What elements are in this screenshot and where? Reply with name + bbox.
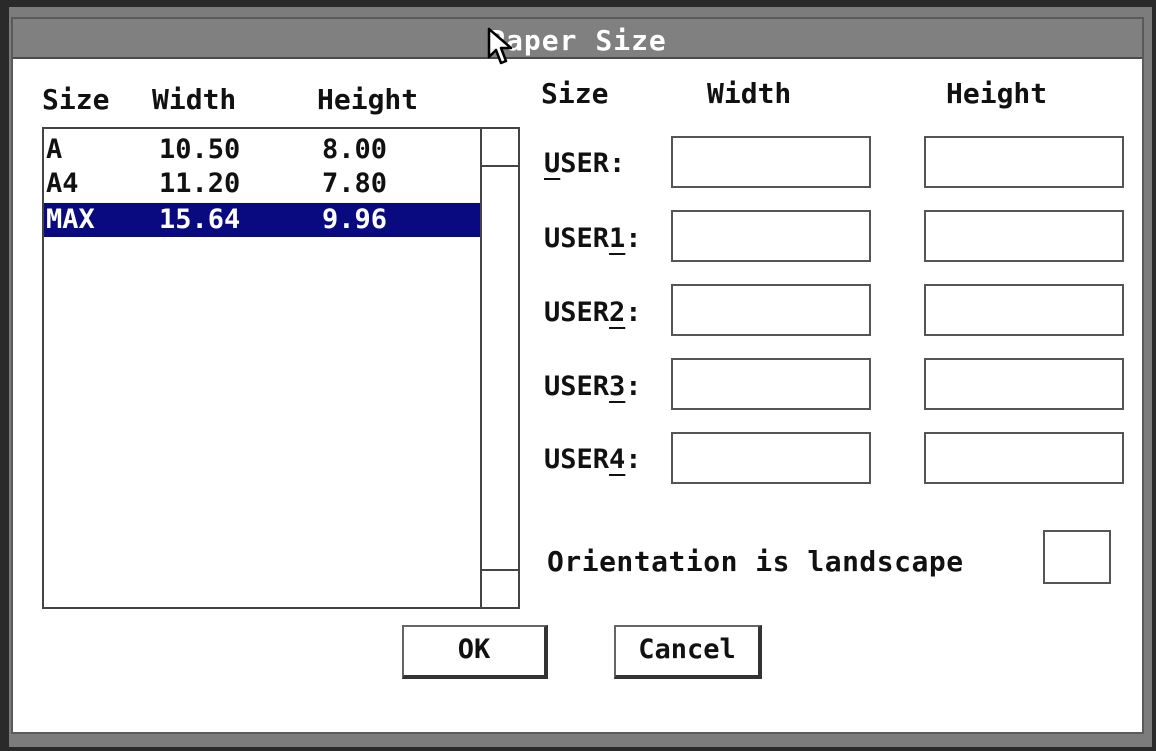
row-size: MAX — [46, 204, 95, 235]
row-width: 10.50 — [159, 134, 241, 165]
scroll-down-button[interactable] — [482, 569, 518, 607]
label-pre: USER — [544, 223, 610, 254]
cancel-button[interactable]: Cancel — [614, 625, 762, 679]
list-header-width: Width — [152, 83, 237, 116]
label-user3: USER3: — [544, 371, 642, 402]
list-row-a4[interactable]: A4 11.20 7.80 — [44, 167, 482, 201]
label-post: : — [625, 297, 642, 328]
label-accelerator: 2 — [609, 297, 626, 328]
label-post: : — [625, 223, 642, 254]
user3-height-input[interactable] — [924, 358, 1124, 410]
label-accelerator: 3 — [609, 371, 626, 402]
label-accelerator: 1 — [609, 223, 626, 254]
landscape-checkbox[interactable] — [1043, 530, 1111, 584]
user4-height-input[interactable] — [924, 432, 1124, 484]
row-width: 11.20 — [159, 168, 241, 199]
paper-size-listbox[interactable]: A 10.50 8.00 A4 11.20 7.80 MAX 15.64 9.9… — [42, 127, 520, 609]
orientation-label: Orientation is landscape — [547, 545, 964, 578]
row-width: 15.64 — [159, 204, 241, 235]
paper-size-dialog: Paper Size Size Width Height A 10.50 8.0… — [11, 17, 1144, 734]
dialog-title: Paper Size — [488, 24, 667, 57]
label-pre: USER — [544, 444, 610, 475]
label-pre: USER — [544, 297, 610, 328]
user2-width-input[interactable] — [671, 284, 871, 336]
row-height: 9.96 — [322, 204, 388, 235]
user1-width-input[interactable] — [671, 210, 871, 262]
custom-header-width: Width — [707, 77, 792, 110]
custom-header-size: Size — [541, 77, 609, 110]
user4-width-input[interactable] — [671, 432, 871, 484]
label-post: : — [625, 371, 642, 402]
row-size: A4 — [46, 168, 79, 199]
label-accelerator: U — [544, 148, 561, 179]
user1-height-input[interactable] — [924, 210, 1124, 262]
label-accelerator: 4 — [609, 444, 626, 475]
label-pre: USER — [544, 371, 610, 402]
list-row-a[interactable]: A 10.50 8.00 — [44, 133, 482, 167]
mouse-pointer-icon — [487, 27, 513, 65]
ok-button[interactable]: OK — [402, 625, 548, 679]
title-bar[interactable]: Paper Size — [13, 19, 1142, 59]
row-height: 8.00 — [322, 134, 388, 165]
scroll-up-button[interactable] — [482, 129, 518, 167]
list-header-size: Size — [42, 83, 110, 116]
list-row-max[interactable]: MAX 15.64 9.96 — [44, 203, 482, 237]
label-user2: USER2: — [544, 297, 642, 328]
list-scrollbar[interactable] — [480, 129, 518, 607]
user2-height-input[interactable] — [924, 284, 1124, 336]
label-user1: USER1: — [544, 223, 642, 254]
user-height-input[interactable] — [924, 136, 1124, 188]
user3-width-input[interactable] — [671, 358, 871, 410]
label-post: : — [625, 444, 642, 475]
user-width-input[interactable] — [671, 136, 871, 188]
list-header-height: Height — [317, 83, 419, 116]
label-user: USER: — [544, 148, 625, 179]
row-height: 7.80 — [322, 168, 388, 199]
label-user4: USER4: — [544, 444, 642, 475]
custom-header-height: Height — [946, 77, 1048, 110]
label-post: SER: — [560, 148, 626, 179]
row-size: A — [46, 134, 63, 165]
